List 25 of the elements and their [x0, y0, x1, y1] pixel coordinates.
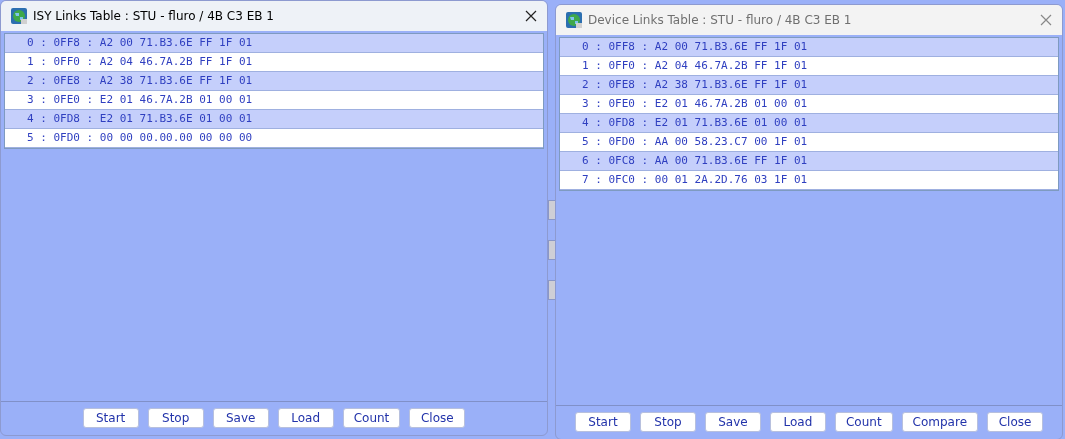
toolbar-button[interactable]: Load: [769, 412, 826, 432]
toolbar-button[interactable]: Compare: [901, 412, 979, 432]
globe-icon: [566, 12, 582, 28]
toolbar-button[interactable]: Start: [574, 412, 631, 432]
toolbar-button[interactable]: Save: [704, 412, 761, 432]
table-row[interactable]: 6 : 0FC8 : AA 00 71.B3.6E FF 1F 01: [560, 152, 1058, 171]
close-icon[interactable]: [525, 10, 537, 22]
globe-icon: [11, 8, 27, 24]
table-row[interactable]: 4 : 0FD8 : E2 01 71.B3.6E 01 00 01: [5, 110, 543, 129]
table-row[interactable]: 4 : 0FD8 : E2 01 71.B3.6E 01 00 01: [560, 114, 1058, 133]
toolbar-button[interactable]: Stop: [147, 408, 204, 428]
toolbar-button[interactable]: Save: [212, 408, 269, 428]
table-row[interactable]: 0 : 0FF8 : A2 00 71.B3.6E FF 1F 01: [5, 34, 543, 53]
toolbar-button[interactable]: Count: [834, 412, 893, 432]
toolbar-button[interactable]: Count: [342, 408, 401, 428]
toolbar-button[interactable]: Close: [987, 412, 1044, 432]
toolbar-button[interactable]: Load: [277, 408, 334, 428]
toolbar-button[interactable]: Start: [82, 408, 139, 428]
table-row[interactable]: 0 : 0FF8 : A2 00 71.B3.6E FF 1F 01: [560, 38, 1058, 57]
toolbar-button[interactable]: Close: [409, 408, 466, 428]
table-row[interactable]: 2 : 0FE8 : A2 38 71.B3.6E FF 1F 01: [5, 72, 543, 91]
toolbar-button[interactable]: Stop: [639, 412, 696, 432]
window-title: Device Links Table : STU - fluro / 4B C3 EB 1: [588, 13, 853, 27]
table-row[interactable]: 2 : 0FE8 : A2 38 71.B3.6E FF 1F 01: [560, 76, 1058, 95]
window-title: ISY Links Table : STU - fluro / 4B C3 EB 1: [33, 9, 275, 23]
